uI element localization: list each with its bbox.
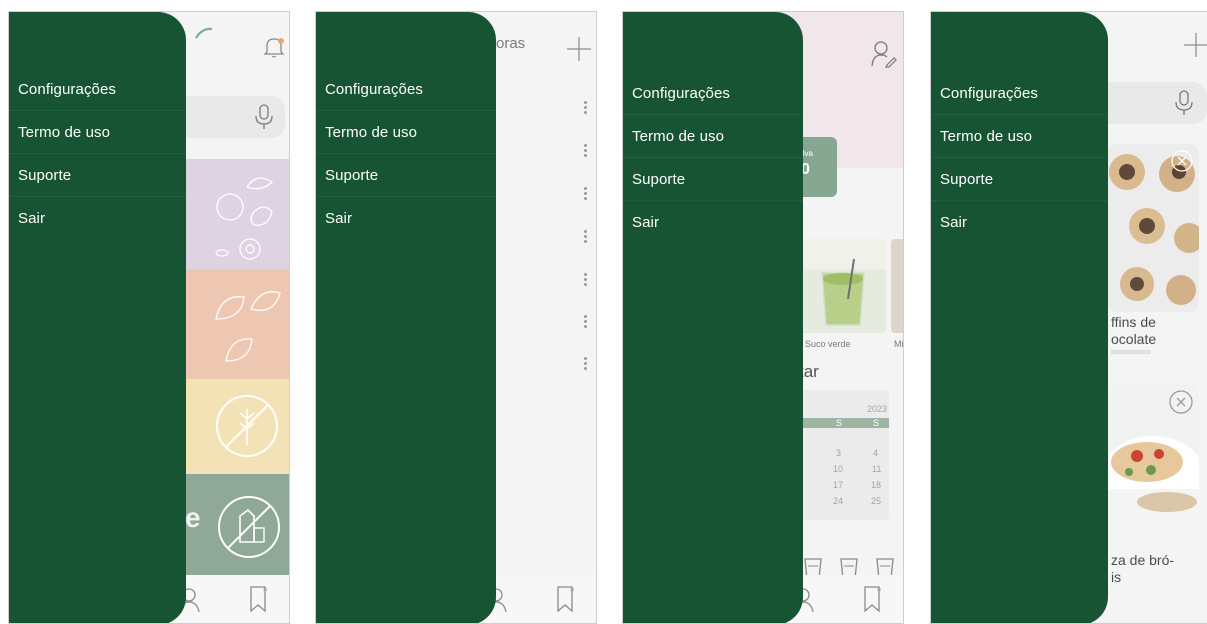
- tile-text-fragment: e: [185, 502, 201, 533]
- vegetables-illustration-icon: [215, 177, 274, 260]
- menu-item-terms[interactable]: Termo de uso: [623, 115, 803, 158]
- menu-item-label: Configurações: [632, 84, 731, 102]
- no-wheat-icon: [216, 395, 278, 457]
- recipe-photo-card[interactable]: [891, 239, 903, 333]
- menu-item-label: Termo de uso: [632, 127, 725, 145]
- calendar-day[interactable]: 10: [833, 464, 843, 474]
- menu-item-logout[interactable]: Sair: [931, 201, 1108, 244]
- menu-item-label: Termo de uso: [18, 123, 111, 141]
- screen-3: ilva 0 Suco verde Mi tar 2023 S S 3 4 10…: [622, 11, 904, 624]
- menu-item-settings[interactable]: Configurações: [623, 72, 803, 115]
- recipe-photo-card[interactable]: [800, 239, 886, 333]
- calendar-year: 2023: [867, 404, 888, 414]
- menu-item-settings[interactable]: Configurações: [9, 68, 186, 111]
- drawer-menu: Configurações Termo de uso Suporte Sair: [9, 68, 186, 240]
- menu-item-label: Configurações: [18, 80, 117, 98]
- recipe-card[interactable]: [1107, 144, 1199, 312]
- menu-item-terms[interactable]: Termo de uso: [316, 111, 496, 154]
- menu-item-label: Sair: [940, 214, 968, 231]
- calendar-day[interactable]: 17: [833, 480, 843, 490]
- calendar-day[interactable]: 11: [872, 464, 881, 474]
- close-icon[interactable]: [1171, 150, 1193, 172]
- screen-2: oras * Configurações Termo de uso Suport…: [315, 11, 597, 624]
- side-drawer: Configurações Termo de uso Suporte Sair: [623, 12, 803, 623]
- recipe-subtitle-line: [1111, 350, 1151, 354]
- menu-item-label: Suporte: [940, 170, 994, 188]
- side-drawer: Configurações Termo de uso Suporte Sair: [9, 12, 186, 623]
- logo-leaf-icon: [194, 26, 214, 40]
- recipe-photo-label: Suco verde: [805, 339, 851, 349]
- menu-item-support[interactable]: Suporte: [623, 158, 803, 201]
- svg-text:*: *: [570, 587, 575, 597]
- menu-item-label: Configurações: [940, 84, 1039, 102]
- no-milk-icon: [218, 496, 280, 558]
- category-tile-vegetables[interactable]: [184, 159, 289, 269]
- side-drawer: Configurações Termo de uso Suporte Sair: [931, 12, 1108, 623]
- side-drawer: Configurações Termo de uso Suporte Sair: [316, 12, 496, 623]
- saved-bookmark-icon[interactable]: *: [863, 585, 885, 613]
- menu-item-label: Termo de uso: [940, 127, 1033, 145]
- menu-item-label: Suporte: [325, 166, 379, 184]
- notification-bell-icon[interactable]: [261, 34, 287, 60]
- drawer-menu: Configurações Termo de uso Suporte Sair: [316, 68, 496, 240]
- menu-item-label: Termo de uso: [325, 123, 418, 141]
- category-tile-leaves[interactable]: [184, 269, 289, 379]
- menu-item-logout[interactable]: Sair: [9, 197, 186, 240]
- menu-item-support[interactable]: Suporte: [316, 154, 496, 197]
- close-icon[interactable]: [1169, 390, 1193, 414]
- calendar-day[interactable]: 24: [833, 496, 843, 506]
- more-options-icon[interactable]: [584, 144, 588, 159]
- leaves-illustration-icon: [215, 291, 281, 362]
- calendar-day[interactable]: 18: [871, 480, 881, 490]
- more-options-icon[interactable]: [584, 357, 588, 372]
- menu-item-logout[interactable]: Sair: [316, 197, 496, 240]
- calendar-day[interactable]: 25: [871, 496, 881, 506]
- category-tile-gluten-free[interactable]: [184, 379, 289, 474]
- menu-item-terms[interactable]: Termo de uso: [9, 111, 186, 154]
- more-options-icon[interactable]: [584, 315, 588, 330]
- add-icon[interactable]: [566, 36, 592, 62]
- add-icon[interactable]: [1183, 32, 1207, 58]
- recipe-card[interactable]: [1107, 384, 1199, 549]
- recipe-photo-label: Mi: [894, 339, 904, 349]
- green-juice-photo: [800, 239, 886, 333]
- svg-text:*: *: [877, 587, 882, 597]
- menu-item-settings[interactable]: Configurações: [316, 68, 496, 111]
- recipe-title: ffins de ocolate: [1111, 314, 1157, 347]
- microphone-icon[interactable]: [1174, 90, 1194, 116]
- menu-item-label: Sair: [632, 214, 660, 231]
- menu-item-label: Suporte: [18, 166, 72, 184]
- menu-item-settings[interactable]: Configurações: [931, 72, 1108, 115]
- svg-text:*: *: [263, 587, 268, 597]
- more-options-icon[interactable]: [584, 273, 588, 288]
- microphone-icon[interactable]: [254, 104, 274, 130]
- more-options-icon[interactable]: [584, 230, 588, 245]
- more-options-icon[interactable]: [584, 101, 588, 116]
- header-text-fragment: oras: [496, 35, 526, 52]
- menu-item-label: Suporte: [632, 170, 686, 188]
- more-options-icon[interactable]: [584, 187, 588, 202]
- screen-1: e * Configurações Termo de uso Suporte S…: [8, 11, 290, 624]
- menu-item-label: Sair: [18, 210, 46, 227]
- calendar-day[interactable]: 3: [836, 448, 841, 458]
- menu-item-label: Configurações: [325, 80, 424, 98]
- drawer-menu: Configurações Termo de uso Suporte Sair: [931, 72, 1108, 244]
- saved-bookmark-icon[interactable]: *: [249, 585, 271, 613]
- screen-4: ffins de ocolate za de bró- is Configura…: [930, 11, 1207, 624]
- edit-profile-icon[interactable]: [871, 40, 897, 68]
- recipe-title: za de bró- is: [1111, 552, 1175, 585]
- weekday-label: S: [873, 418, 880, 428]
- menu-item-support[interactable]: Suporte: [9, 154, 186, 197]
- menu-item-logout[interactable]: Sair: [623, 201, 803, 244]
- saved-bookmark-icon[interactable]: *: [556, 585, 578, 613]
- calendar-day[interactable]: 4: [873, 448, 878, 458]
- menu-item-label: Sair: [325, 210, 353, 227]
- drawer-menu: Configurações Termo de uso Suporte Sair: [623, 72, 803, 244]
- weekday-label: S: [836, 418, 843, 428]
- menu-item-terms[interactable]: Termo de uso: [931, 115, 1108, 158]
- menu-item-support[interactable]: Suporte: [931, 158, 1108, 201]
